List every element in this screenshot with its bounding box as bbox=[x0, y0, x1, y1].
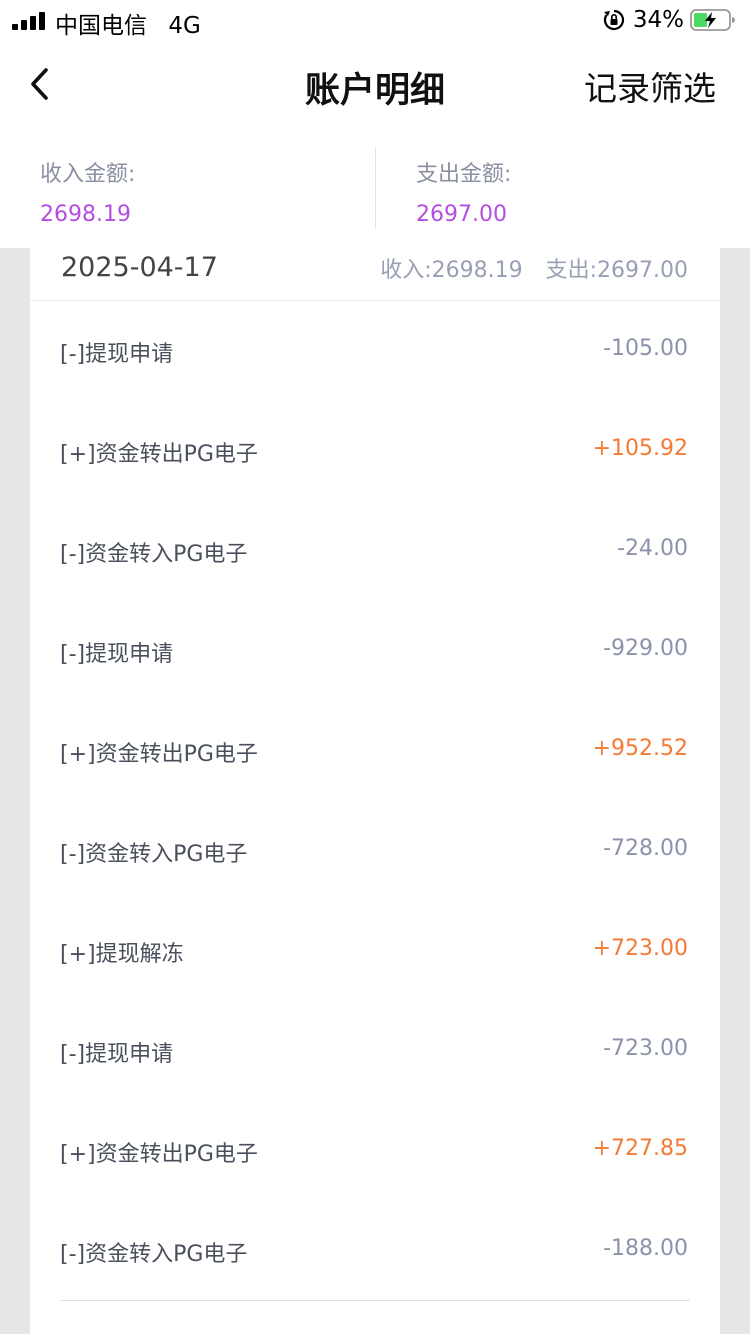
transaction-amount: +105.92 bbox=[592, 436, 688, 461]
day-totals: 收入:2698.19 支出:2697.00 bbox=[380, 252, 688, 284]
transaction-row[interactable]: [+]资金转出PG电子 +105.92 bbox=[30, 401, 720, 501]
transaction-row[interactable]: [-]资金转入PG电子 -24.00 bbox=[30, 501, 720, 601]
date-header: 2025-04-17 收入:2698.19 支出:2697.00 bbox=[30, 248, 720, 301]
transaction-amount: -723.00 bbox=[603, 1036, 688, 1061]
transaction-amount: -728.00 bbox=[603, 836, 688, 861]
expense-label: 支出金额: bbox=[416, 162, 512, 187]
record-filter-button[interactable]: 记录筛选 bbox=[584, 62, 716, 110]
transaction-label: [-]资金转入PG电子 bbox=[60, 1242, 248, 1267]
transaction-amount: -105.00 bbox=[603, 336, 688, 361]
status-bar: 中国电信 4G 34% bbox=[0, 0, 750, 40]
transaction-label: [-]提现申请 bbox=[60, 642, 174, 667]
income-label: 收入金额: bbox=[40, 162, 136, 187]
header-area: 中国电信 4G 34% 账户明细 记录筛选 收入金额: 2698.19 支出金额… bbox=[0, 0, 750, 248]
date-text: 2025-04-17 bbox=[61, 252, 218, 283]
transaction-card: 2025-04-17 收入:2698.19 支出:2697.00 [-]提现申请… bbox=[30, 248, 720, 1334]
transaction-label: [+]资金转出PG电子 bbox=[60, 1142, 258, 1167]
transaction-row[interactable]: [-]提现申请 -929.00 bbox=[30, 601, 720, 701]
transaction-row[interactable]: [+]资金转出PG电子 +952.52 bbox=[30, 701, 720, 801]
transaction-label: [+]资金转出PG电子 bbox=[60, 742, 258, 767]
transaction-amount: -188.00 bbox=[603, 1236, 688, 1261]
transaction-amount: -929.00 bbox=[603, 636, 688, 661]
transaction-amount: +727.85 bbox=[592, 1136, 688, 1161]
transaction-row[interactable]: [-]提现申请 -723.00 bbox=[30, 1001, 720, 1101]
transaction-label: [-]资金转入PG电子 bbox=[60, 842, 248, 867]
list-bottom-divider bbox=[60, 1300, 690, 1301]
battery-charging-icon bbox=[690, 9, 735, 31]
nav-bar: 账户明细 记录筛选 bbox=[0, 40, 750, 128]
expense-summary: 支出金额: 2697.00 bbox=[416, 140, 716, 240]
transaction-label: [+]资金转出PG电子 bbox=[60, 442, 258, 467]
signal-icon bbox=[12, 12, 48, 30]
transaction-amount: +723.00 bbox=[592, 936, 688, 961]
day-income-total: 收入:2698.19 bbox=[380, 258, 523, 283]
transaction-row[interactable]: [-]资金转入PG电子 -728.00 bbox=[30, 801, 720, 901]
transaction-list: [-]提现申请 -105.00 [+]资金转出PG电子 +105.92 [-]资… bbox=[30, 301, 720, 1301]
summary-panel: 收入金额: 2698.19 支出金额: 2697.00 bbox=[0, 140, 750, 240]
transaction-label: [-]资金转入PG电子 bbox=[60, 542, 248, 567]
carrier-name: 中国电信 bbox=[55, 13, 147, 39]
transaction-row[interactable]: [-]提现申请 -105.00 bbox=[30, 301, 720, 401]
income-value: 2698.19 bbox=[40, 202, 131, 227]
battery-percent: 34% bbox=[632, 7, 684, 33]
transaction-label: [+]提现解冻 bbox=[60, 942, 184, 967]
transaction-row[interactable]: [-]资金转入PG电子 -188.00 bbox=[30, 1201, 720, 1301]
day-expense-total: 支出:2697.00 bbox=[545, 258, 688, 283]
income-summary: 收入金额: 2698.19 bbox=[40, 140, 340, 240]
transaction-row[interactable]: [+]资金转出PG电子 +727.85 bbox=[30, 1101, 720, 1201]
transaction-amount: -24.00 bbox=[617, 536, 688, 561]
transaction-label: [-]提现申请 bbox=[60, 1042, 174, 1067]
network-type: 4G bbox=[168, 13, 201, 39]
summary-divider bbox=[375, 148, 376, 228]
transaction-amount: +952.52 bbox=[592, 736, 688, 761]
transaction-label: [-]提现申请 bbox=[60, 342, 174, 367]
expense-value: 2697.00 bbox=[416, 202, 507, 227]
rotation-lock-icon bbox=[603, 9, 624, 31]
transaction-row[interactable]: [+]提现解冻 +723.00 bbox=[30, 901, 720, 1001]
